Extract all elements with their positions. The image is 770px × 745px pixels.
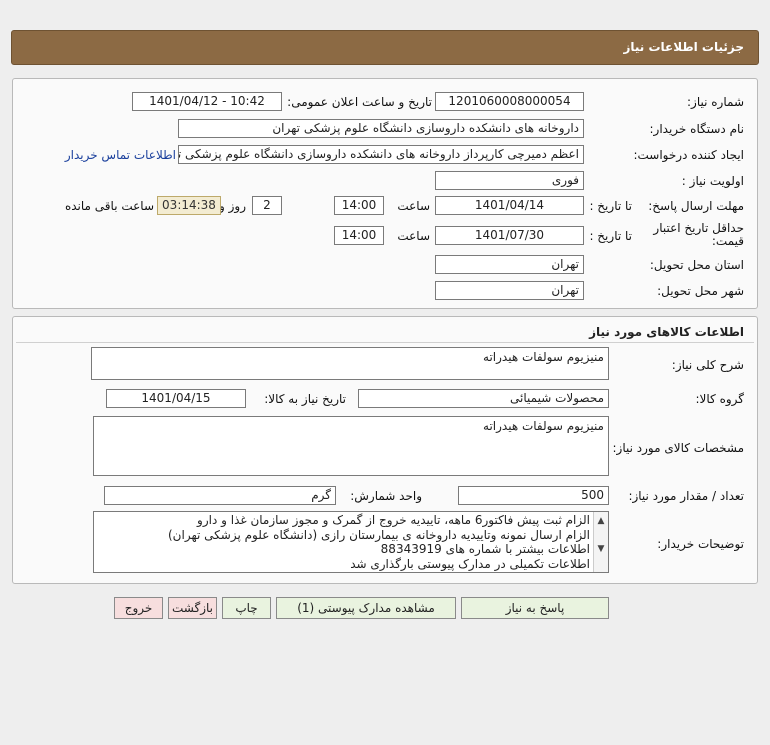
- specs-field: منیزیوم سولفات هیدراته: [93, 416, 609, 476]
- goods-group-field: محصولات شیمیائی: [358, 389, 609, 408]
- days-field: 2: [252, 196, 282, 215]
- specs-label: مشخصات کالای مورد نیاز:: [612, 441, 744, 455]
- reply-time-label: ساعت: [397, 199, 430, 213]
- back-button[interactable]: بازگشت: [168, 597, 217, 619]
- announce-field: 1401/04/12 - 10:42: [132, 92, 282, 111]
- priority-field: فوری: [435, 171, 584, 190]
- need-number-field: 1201060008000054: [435, 92, 584, 111]
- unit-field: گرم: [104, 486, 336, 505]
- general-desc-field: منیزیوم سولفات هیدراته: [91, 347, 609, 380]
- province-field: تهران: [435, 255, 584, 274]
- days-label: روز و: [219, 199, 246, 213]
- qty-label: تعداد / مقدار مورد نیاز:: [628, 489, 744, 503]
- price-validity-label: حداقل تاریخ اعتبار قیمت:: [653, 221, 744, 248]
- goods-group-label: گروه کالا:: [695, 392, 745, 406]
- need-number-label: شماره نیاز:: [687, 95, 744, 109]
- notes-line: اطلاعات بیشتر با شماره های 88343919: [380, 542, 590, 556]
- scroll-up-icon[interactable]: ▲: [594, 515, 608, 527]
- reply-time-field: 14:00: [334, 196, 384, 215]
- print-button[interactable]: چاپ: [222, 597, 271, 619]
- creator-label: ایجاد کننده درخواست:: [633, 148, 744, 162]
- buyer-notes-label: توضیحات خریدار:: [657, 537, 744, 551]
- qty-field: 500: [458, 486, 609, 505]
- details-panel: [12, 78, 758, 309]
- reply-button[interactable]: پاسخ به نیاز: [461, 597, 609, 619]
- remaining-label: ساعت باقی مانده: [64, 199, 154, 213]
- buyer-notes-field[interactable]: الزام ثبت پیش فاکتور6 ماهه، تاییدیه خروج…: [93, 511, 609, 573]
- city-field: تهران: [435, 281, 584, 300]
- priority-label: اولویت نیاز :: [681, 174, 744, 188]
- need-date-field: 1401/04/15: [106, 389, 246, 408]
- notes-line: اطلاعات تکمیلی در مدارک پیوستی بارگذاری …: [350, 556, 590, 571]
- city-label: شهر محل تحویل:: [657, 284, 744, 298]
- scroll-down-icon[interactable]: ▼: [594, 543, 608, 555]
- price-time-label: ساعت: [397, 229, 430, 243]
- price-to-date-label: تا تاریخ :: [589, 229, 632, 243]
- buyer-org-label: نام دستگاه خریدار:: [649, 122, 745, 136]
- notes-scrollbar[interactable]: ▲ ▼: [593, 512, 608, 572]
- reply-deadline-label: مهلت ارسال پاسخ:: [648, 199, 744, 213]
- buyer-contact-link[interactable]: اطلاعات تماس خریدار: [65, 148, 176, 162]
- unit-label: واحد شمارش:: [350, 489, 422, 503]
- buyer-org-field: داروخانه های دانشکده داروسازی دانشگاه عل…: [178, 119, 584, 138]
- province-label: استان محل تحویل:: [649, 258, 744, 272]
- announce-label: تاریخ و ساعت اعلان عمومی:: [287, 95, 432, 109]
- reply-to-date-label: تا تاریخ :: [589, 199, 632, 213]
- goods-divider: [16, 342, 754, 343]
- goods-section-title: اطلاعات کالاهای مورد نیاز: [589, 325, 744, 339]
- page-title: جزئیات اطلاعات نیاز: [623, 40, 744, 54]
- price-time-field: 14:00: [334, 226, 384, 245]
- notes-line: الزام ثبت پیش فاکتور6 ماهه، تاییدیه خروج…: [197, 513, 590, 527]
- general-desc-label: شرح کلی نیاز:: [671, 358, 744, 372]
- reply-date-field: 1401/04/14: [435, 196, 584, 215]
- creator-field: اعظم دمیرچی کارپرداز داروخانه های دانشکد…: [178, 145, 584, 164]
- view-attachments-button[interactable]: مشاهده مدارک پیوستی (1): [276, 597, 456, 619]
- remaining-time-field: 03:14:38: [157, 196, 221, 215]
- price-date-field: 1401/07/30: [435, 226, 584, 245]
- exit-button[interactable]: خروج: [114, 597, 163, 619]
- notes-line: الزام ارسال نمونه وتاییدیه داروخانه ی بی…: [168, 527, 590, 542]
- need-date-label: تاریخ نیاز به کالا:: [264, 392, 346, 406]
